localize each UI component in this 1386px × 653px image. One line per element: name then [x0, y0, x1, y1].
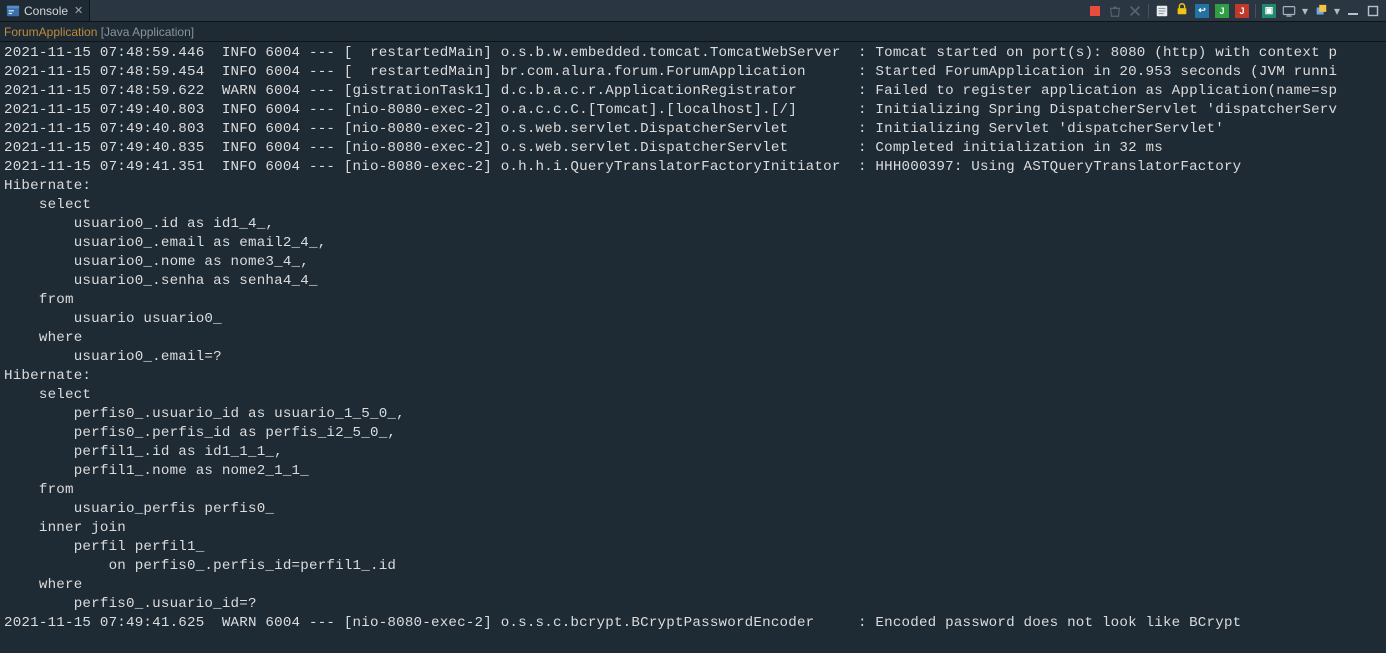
- console-tab-label: Console: [24, 4, 68, 18]
- launch-description: ForumApplication [Java Application]: [0, 22, 1386, 42]
- display-selected-console-button[interactable]: ▣: [1260, 2, 1278, 20]
- close-icon[interactable]: ✕: [74, 4, 83, 17]
- remove-all-terminated-button[interactable]: [1126, 2, 1144, 20]
- clear-console-button[interactable]: [1153, 2, 1171, 20]
- toolbar-dropdown-arrow[interactable]: ▾: [1300, 2, 1310, 20]
- show-console-err-button[interactable]: J: [1233, 2, 1251, 20]
- open-console-button[interactable]: [1280, 2, 1298, 20]
- maximize-view-button[interactable]: [1364, 2, 1382, 20]
- launch-app-type: [Java Application]: [101, 25, 194, 39]
- console-tab[interactable]: Console ✕: [0, 0, 90, 21]
- remove-launch-button[interactable]: [1106, 2, 1124, 20]
- console-toolbar: ↩ J J ▣ ▾ ▾: [1086, 0, 1386, 21]
- toolbar-separator: [1255, 4, 1256, 18]
- scroll-lock-button[interactable]: [1173, 2, 1191, 20]
- console-output[interactable]: 2021-11-15 07:48:59.446 INFO 6004 --- [ …: [0, 42, 1386, 633]
- terminate-button[interactable]: [1086, 2, 1104, 20]
- tab-bar: Console ✕ ↩ J J ▣ ▾ ▾: [0, 0, 1386, 22]
- minimize-view-button[interactable]: [1344, 2, 1362, 20]
- toolbar-dropdown-arrow[interactable]: ▾: [1332, 2, 1342, 20]
- word-wrap-button[interactable]: ↩: [1193, 2, 1211, 20]
- toolbar-separator: [1148, 4, 1149, 18]
- console-icon: [6, 4, 20, 18]
- show-console-out-button[interactable]: J: [1213, 2, 1231, 20]
- new-console-view-button[interactable]: [1312, 2, 1330, 20]
- launch-app-name: ForumApplication: [4, 25, 97, 39]
